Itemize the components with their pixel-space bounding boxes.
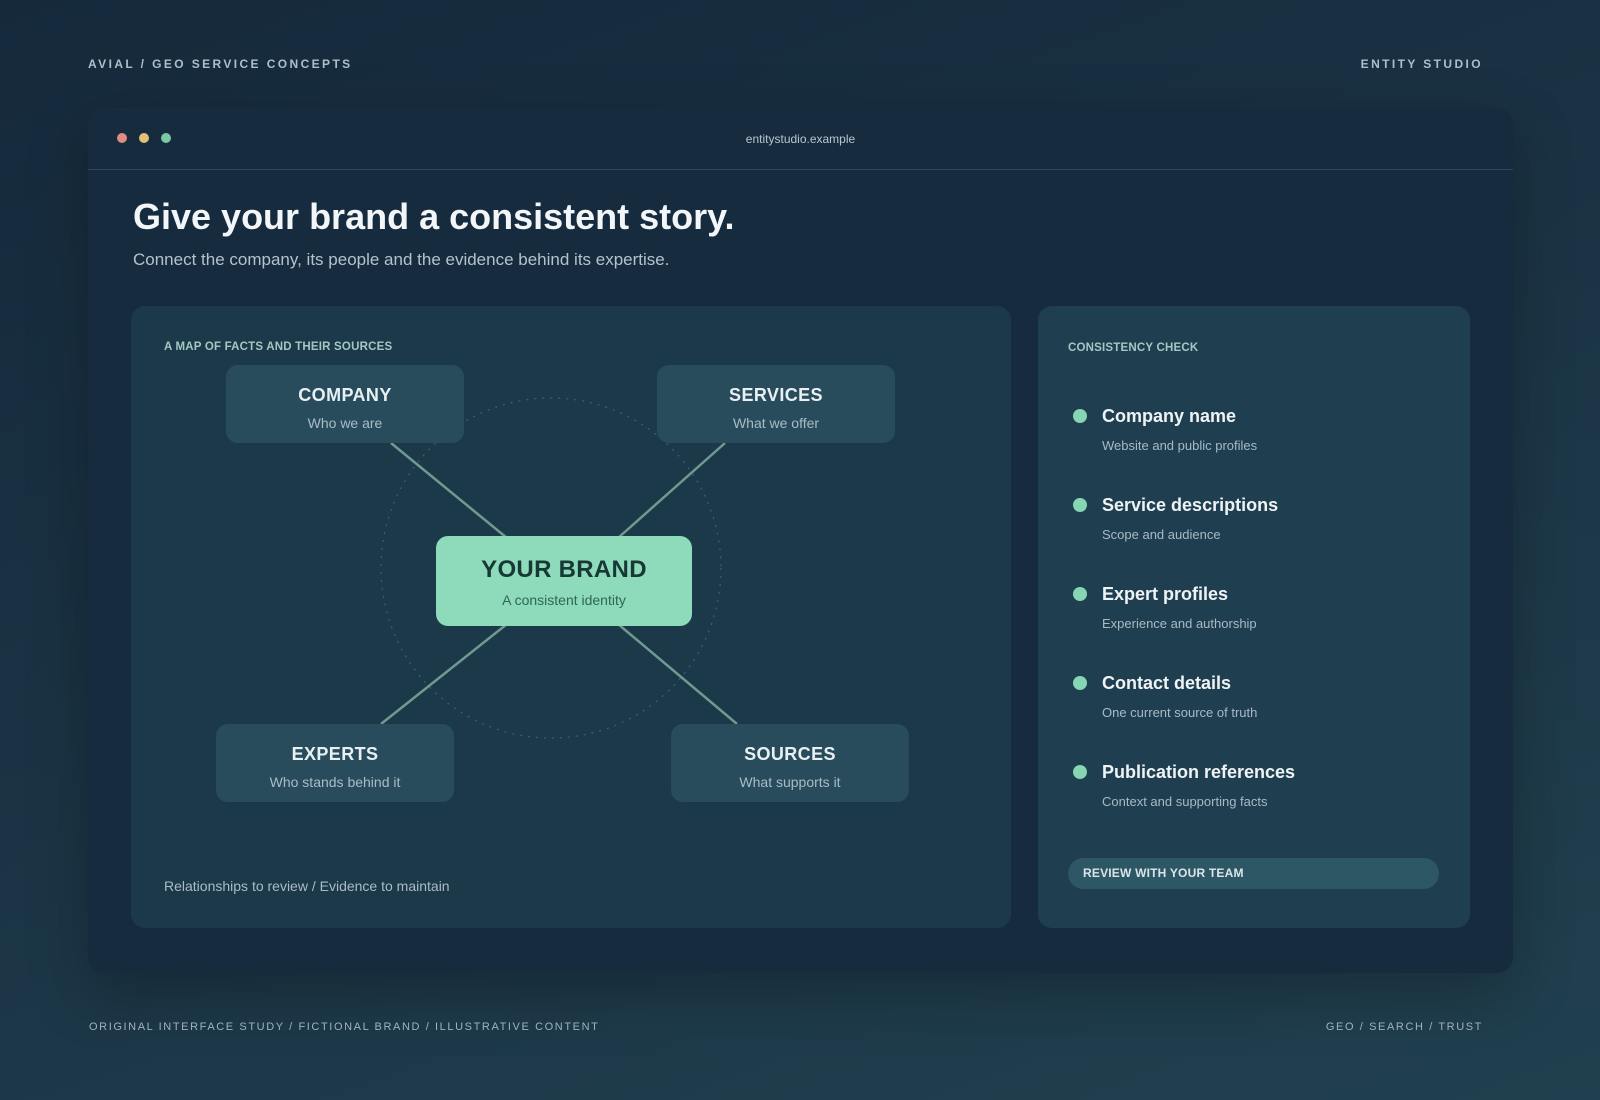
- node-services-title: SERVICES: [729, 385, 823, 405]
- map-footer-note: Relationships to review / Evidence to ma…: [164, 878, 450, 894]
- check-list: Company name Website and public profiles…: [1073, 406, 1443, 851]
- check-item-expert-profiles[interactable]: Expert profiles Experience and authorshi…: [1073, 584, 1443, 673]
- status-dot-icon: [1073, 498, 1087, 512]
- node-services[interactable]: SERVICES What we offer: [657, 365, 895, 443]
- check-item-subtitle: Context and supporting facts: [1102, 794, 1268, 809]
- consistency-check-label: CONSISTENCY CHECK: [1068, 342, 1199, 354]
- brand-title: YOUR BRAND: [481, 556, 647, 583]
- node-company[interactable]: COMPANY Who we are: [226, 365, 464, 443]
- consistency-check-panel: CONSISTENCY CHECK Company name Website a…: [1038, 306, 1470, 928]
- check-item-title: Publication references: [1102, 762, 1296, 782]
- connector-company: [390, 442, 508, 539]
- check-item-subtitle: Website and public profiles: [1102, 438, 1258, 453]
- node-sources[interactable]: SOURCES What supports it: [671, 724, 909, 802]
- check-item-service-descriptions[interactable]: Service descriptions Scope and audience: [1073, 495, 1443, 584]
- node-company-title: COMPANY: [298, 385, 392, 405]
- check-item-publication-references[interactable]: Publication references Context and suppo…: [1073, 762, 1443, 851]
- header-studio-name: ENTITY STUDIO: [1360, 57, 1483, 71]
- check-item-title: Expert profiles: [1102, 584, 1229, 604]
- check-item-contact-details[interactable]: Contact details One current source of tr…: [1073, 673, 1443, 762]
- check-item-subtitle: One current source of truth: [1102, 705, 1258, 720]
- address-url: entitystudio.example: [745, 132, 856, 146]
- footer-disclaimer: ORIGINAL INTERFACE STUDY / FICTIONAL BRA…: [89, 1021, 600, 1033]
- check-item-title: Company name: [1102, 406, 1237, 426]
- check-item-subtitle: Experience and authorship: [1102, 616, 1257, 631]
- node-experts-subtitle: Who stands behind it: [269, 774, 401, 790]
- connector-experts: [380, 623, 508, 725]
- status-dot-icon: [1073, 676, 1087, 690]
- page-title: Give your brand a consistent story.: [133, 196, 735, 237]
- window-titlebar: entitystudio.example: [88, 108, 1513, 170]
- node-services-subtitle: What we offer: [732, 415, 820, 431]
- header-breadcrumb: AVIAL / GEO SERVICE CONCEPTS: [88, 57, 353, 71]
- node-sources-subtitle: What supports it: [739, 774, 841, 790]
- browser-window: entitystudio.example Give your brand a c…: [88, 108, 1513, 973]
- node-experts[interactable]: EXPERTS Who stands behind it: [216, 724, 454, 802]
- footer-tags: GEO / SEARCH / TRUST: [1325, 1021, 1483, 1033]
- fact-map-panel: A MAP OF FACTS AND THEIR SOURCES COMPANY…: [131, 306, 1011, 928]
- page-subtitle: Connect the company, its people and the …: [133, 250, 670, 269]
- check-item-title: Service descriptions: [1102, 495, 1279, 515]
- brand-center-node[interactable]: YOUR BRAND A consistent identity: [436, 536, 692, 626]
- connector-sources: [617, 623, 738, 725]
- check-item-title: Contact details: [1102, 673, 1232, 693]
- status-dot-icon: [1073, 409, 1087, 423]
- brand-subtitle: A consistent identity: [502, 592, 626, 608]
- node-experts-title: EXPERTS: [291, 744, 379, 764]
- node-sources-title: SOURCES: [744, 744, 836, 764]
- check-item-company-name[interactable]: Company name Website and public profiles: [1073, 406, 1443, 495]
- check-item-subtitle: Scope and audience: [1102, 527, 1221, 542]
- status-dot-icon: [1073, 765, 1087, 779]
- review-with-team-button[interactable]: REVIEW WITH YOUR TEAM: [1068, 858, 1439, 889]
- connector-services: [617, 442, 726, 539]
- node-company-subtitle: Who we are: [307, 415, 383, 431]
- status-dot-icon: [1073, 587, 1087, 601]
